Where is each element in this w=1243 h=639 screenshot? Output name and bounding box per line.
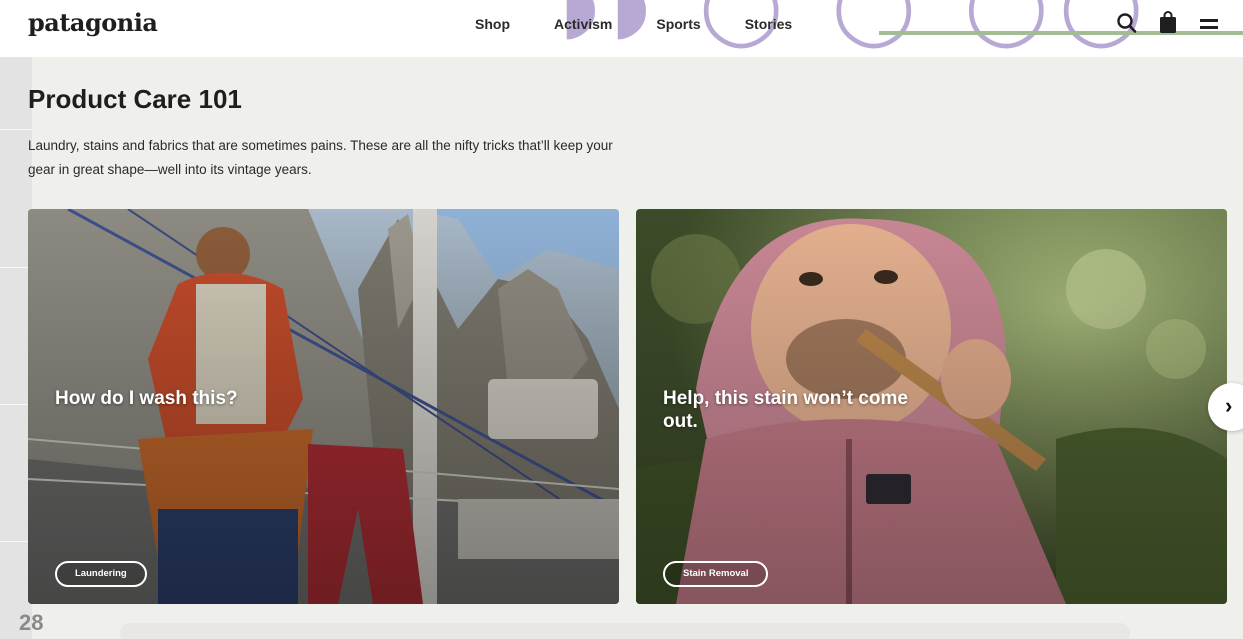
nav-item-stories[interactable]: Stories <box>745 15 792 33</box>
stain-removal-card[interactable]: Help, this stain won’t come out. Stain R… <box>636 209 1227 604</box>
chevron-right-icon: › <box>1225 393 1233 418</box>
search-icon[interactable] <box>1116 11 1138 35</box>
menu-icon[interactable] <box>1198 11 1220 35</box>
header-tools <box>1116 11 1220 35</box>
page-description: Laundry, stains and fabrics that are som… <box>28 138 613 177</box>
site-header: ◗◗ ◯ ◯ ◯◯ patagonia Shop Activism Sports… <box>0 0 1243 57</box>
next-section-edge <box>120 623 1130 639</box>
main-nav: Shop Activism Sports Stories <box>475 15 836 33</box>
nav-item-activism[interactable]: Activism <box>554 15 612 33</box>
page-title: Product Care 101 <box>28 84 242 114</box>
patagonia-logo[interactable]: patagonia <box>28 8 158 37</box>
stain-removal-card-title: Help, this stain won’t come out. <box>663 388 908 432</box>
stain-removal-tag[interactable]: Stain Removal <box>663 561 769 587</box>
laundering-card-title: How do I wash this? <box>55 388 238 409</box>
rail-divider <box>0 129 32 130</box>
nav-item-shop[interactable]: Shop <box>475 15 510 33</box>
bag-icon[interactable] <box>1157 11 1179 35</box>
nav-item-sports[interactable]: Sports <box>656 15 700 33</box>
laundering-card[interactable]: How do I wash this? Laundering <box>28 209 619 604</box>
laundering-tag[interactable]: Laundering <box>55 561 147 587</box>
page-number: 28 <box>19 610 44 635</box>
